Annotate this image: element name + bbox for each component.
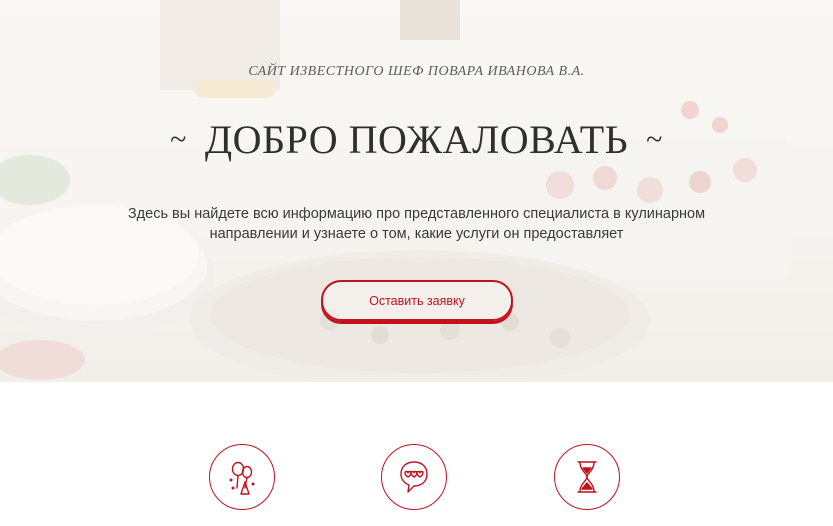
feature-hourglass (554, 444, 620, 510)
hero-subtitle: САЙТ ИЗВЕСТНОГО ШЕФ ПОВАРА ИВАНОВА В.А. (248, 64, 585, 79)
title-tilde-left: ~ (170, 123, 187, 156)
leave-request-button[interactable]: Оставить заявку (321, 280, 513, 321)
hourglass-icon (577, 461, 597, 493)
feature-hearts (381, 444, 447, 510)
hero-section: САЙТ ИЗВЕСТНОГО ШЕФ ПОВАРА ИВАНОВА В.А. … (0, 0, 833, 382)
hero-description: Здесь вы найдете всю информацию про пред… (127, 206, 706, 242)
hero-title: ~ ДОБРО ПОЖАЛОВАТЬ ~ (0, 116, 833, 163)
balloons-icon (229, 461, 255, 495)
title-tilde-right: ~ (646, 123, 663, 156)
hero-overlay (0, 0, 833, 382)
feature-balloons (209, 444, 275, 510)
hero-title-text: ДОБРО ПОЖАЛОВАТЬ (204, 117, 629, 162)
hearts-speech-bubble-icon (400, 461, 428, 493)
features-section (0, 382, 833, 526)
